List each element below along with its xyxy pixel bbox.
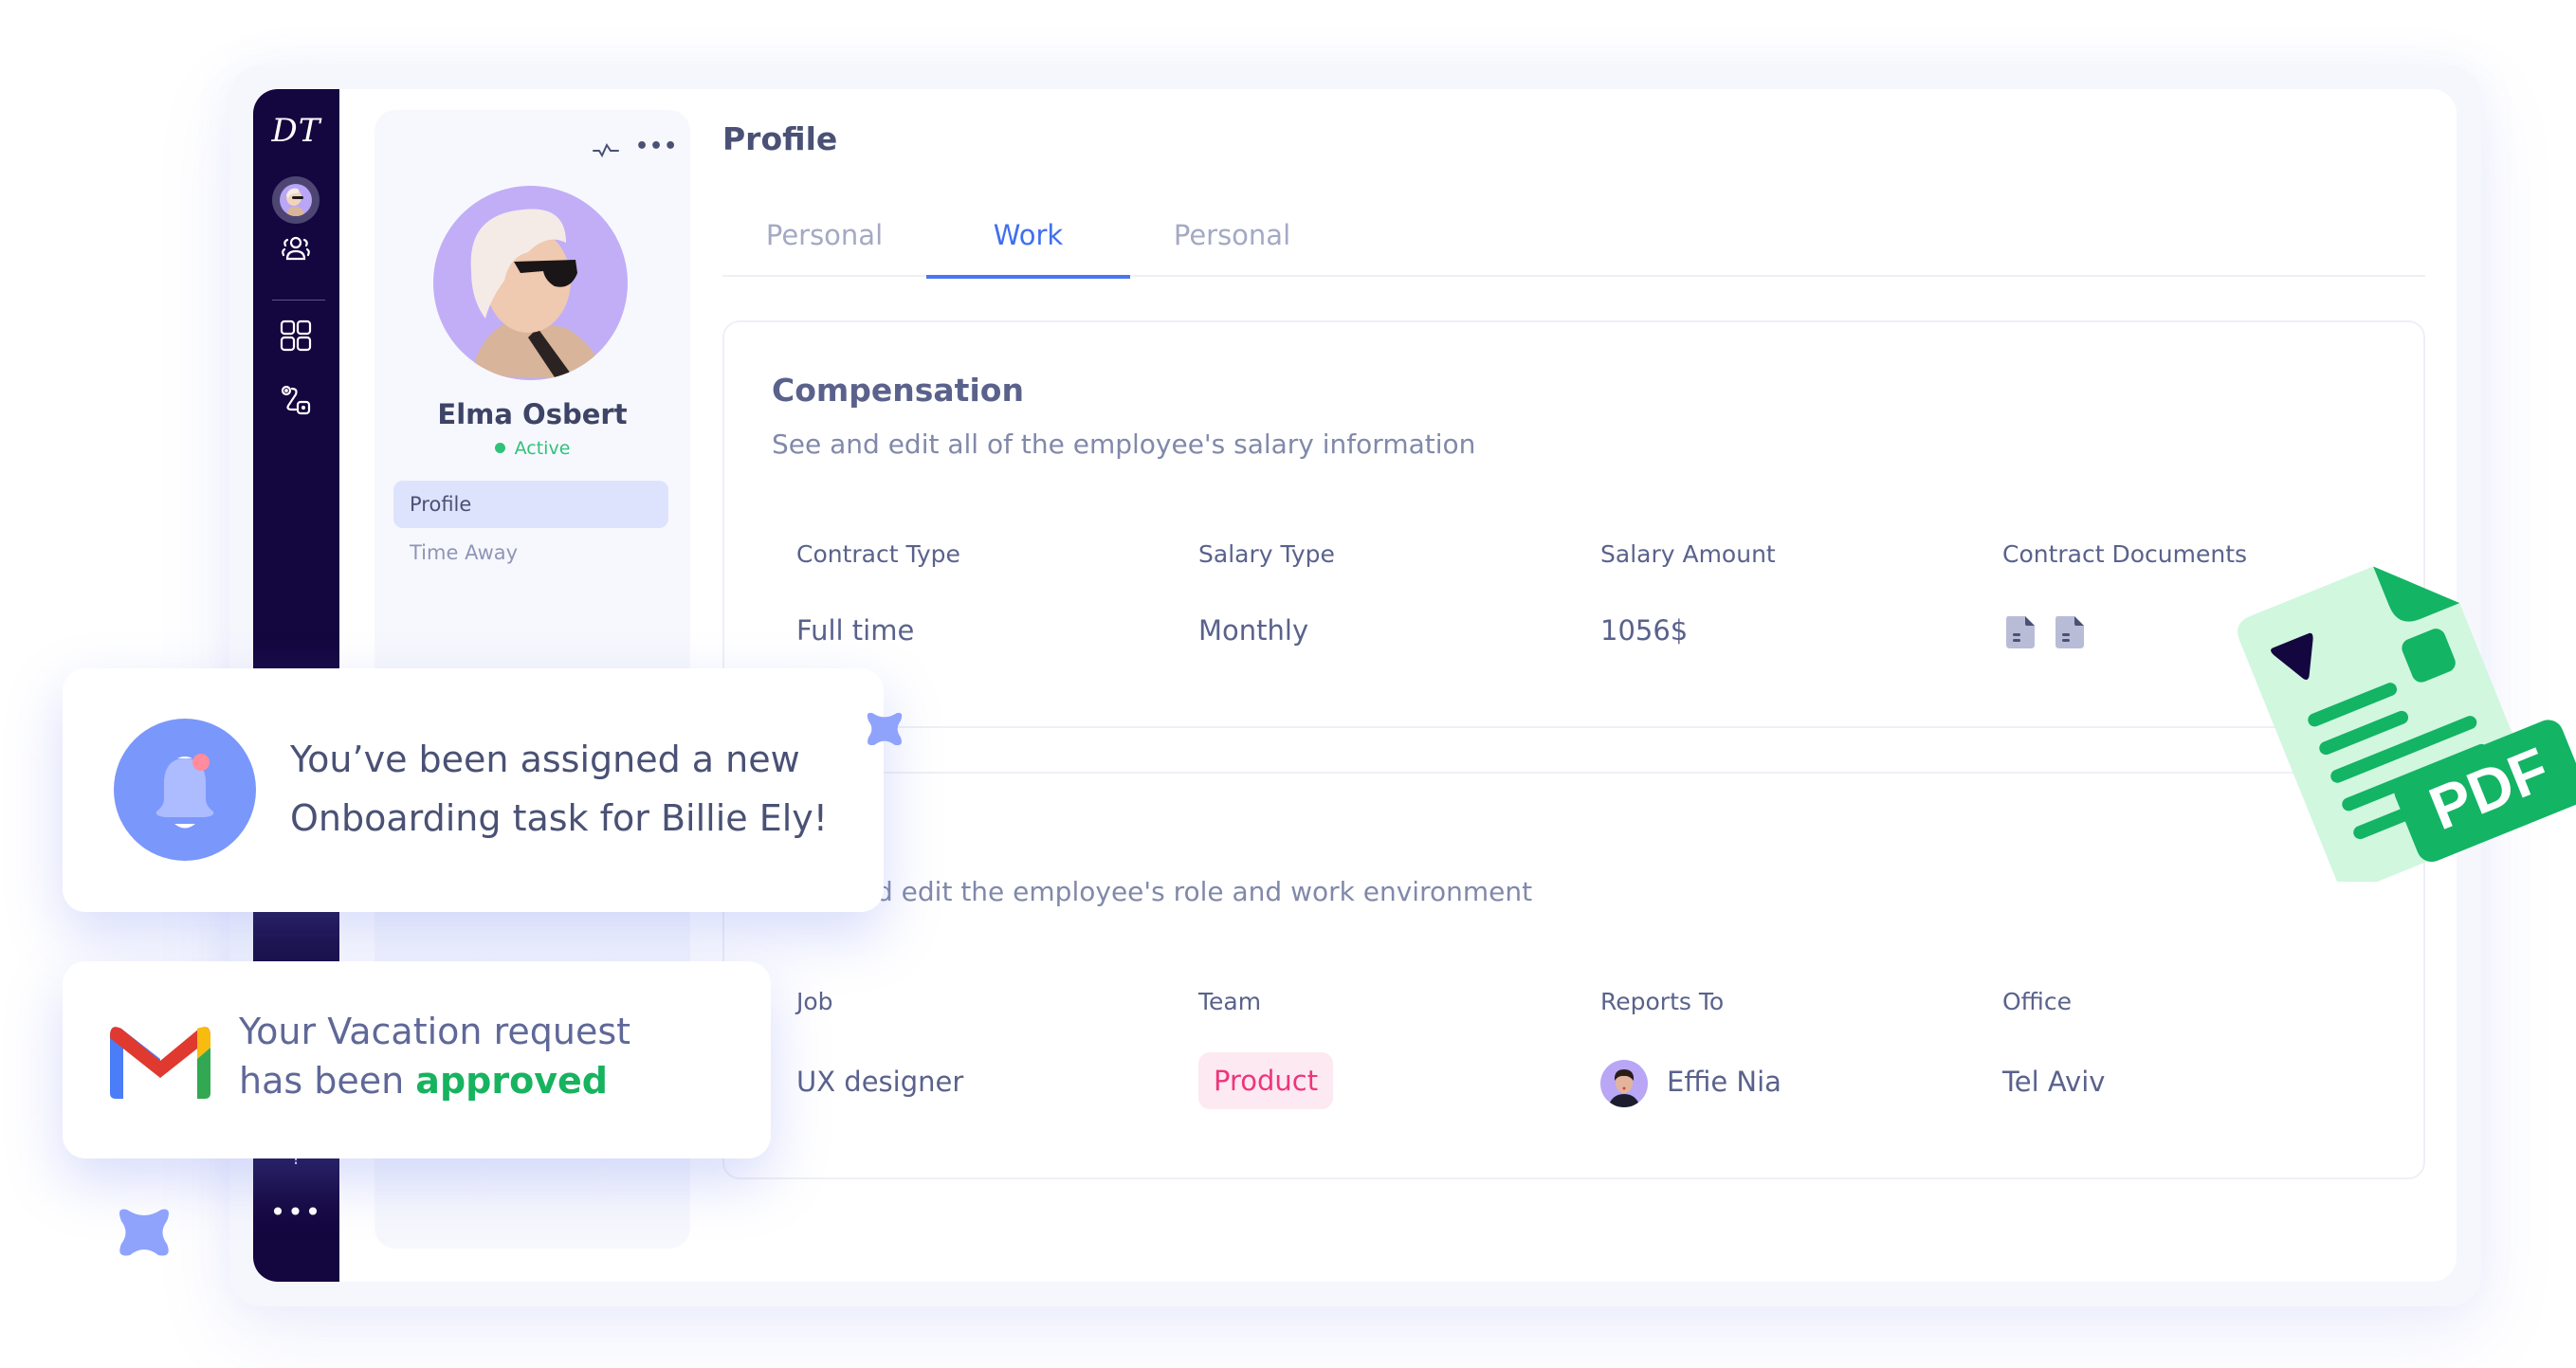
col-team: Team bbox=[1198, 988, 1262, 1015]
job-subtitle: d edit the employee's role and work envi… bbox=[876, 876, 1533, 907]
profile-more-button[interactable]: ••• bbox=[635, 135, 678, 158]
vacation-notification-prefix: has been bbox=[239, 1060, 416, 1102]
reports-to-avatar bbox=[1600, 1060, 1648, 1107]
compensation-title: Compensation bbox=[772, 372, 1024, 409]
activity-icon[interactable] bbox=[593, 142, 619, 157]
job-section: d edit the employee's role and work envi… bbox=[722, 772, 2425, 1179]
tab-bar: Personal Work Personal bbox=[722, 210, 2425, 279]
people-icon[interactable] bbox=[279, 231, 313, 265]
gmail-icon bbox=[110, 1027, 210, 1099]
pdf-file-illustration: PDF bbox=[2238, 566, 2576, 882]
status-label: Active bbox=[514, 438, 571, 459]
sparkle-icon bbox=[867, 712, 903, 746]
profile-nav-profile[interactable]: Profile bbox=[393, 481, 668, 528]
task-notification-line1: You’ve been assigned a new bbox=[290, 739, 800, 780]
col-salary-amount: Salary Amount bbox=[1600, 540, 1776, 568]
job-value: UX designer bbox=[796, 1066, 964, 1098]
vacation-notification[interactable]: Your Vacation request has been approved bbox=[63, 961, 771, 1158]
col-reports-to: Reports To bbox=[1600, 988, 1725, 1015]
task-notification[interactable]: You’ve been assigned a new Onboarding ta… bbox=[63, 668, 884, 912]
approved-highlight: approved bbox=[415, 1060, 608, 1102]
bell-icon-badge bbox=[114, 719, 256, 861]
sparkle-icon bbox=[119, 1209, 169, 1256]
contract-type-value: Full time bbox=[796, 614, 915, 647]
col-job: Job bbox=[796, 988, 833, 1015]
compensation-section: Compensation See and edit all of the emp… bbox=[722, 320, 2425, 728]
team-chip[interactable]: Product bbox=[1198, 1052, 1334, 1109]
apps-grid-icon[interactable] bbox=[279, 319, 313, 353]
col-salary-type: Salary Type bbox=[1198, 540, 1335, 568]
salary-type-value: Monthly bbox=[1198, 614, 1309, 647]
compensation-subtitle: See and edit all of the employee's salar… bbox=[772, 429, 1476, 460]
vacation-notification-line1: Your Vacation request bbox=[239, 1011, 631, 1052]
workflow-icon[interactable] bbox=[279, 383, 313, 417]
vacation-notification-text: Your Vacation request has been approved bbox=[239, 1007, 630, 1105]
profile-nav-time-away[interactable]: Time Away bbox=[393, 529, 668, 576]
bell-icon bbox=[155, 754, 214, 829]
document-icon[interactable] bbox=[2054, 614, 2086, 650]
page-title: Profile bbox=[722, 120, 838, 157]
more-icon[interactable]: ••• bbox=[253, 1199, 339, 1226]
salary-amount-value: 1056$ bbox=[1600, 614, 1689, 647]
status-dot bbox=[494, 443, 505, 453]
task-notification-line2: Onboarding task for Billie Ely! bbox=[290, 797, 829, 839]
vacation-notification-line2: has been approved bbox=[239, 1056, 630, 1105]
reports-to-value[interactable]: Effie Nia bbox=[1667, 1066, 1781, 1098]
app-logo[interactable]: DT bbox=[253, 112, 339, 150]
employee-name: Elma Osbert bbox=[437, 398, 628, 430]
document-icon[interactable] bbox=[2004, 614, 2037, 650]
col-office: Office bbox=[2002, 988, 2072, 1015]
col-contract-type: Contract Type bbox=[796, 540, 960, 568]
current-user-avatar[interactable] bbox=[272, 176, 320, 224]
tab-personal[interactable]: Personal bbox=[722, 210, 926, 277]
profile-photo bbox=[433, 186, 628, 380]
status-badge: Active bbox=[375, 438, 690, 459]
office-value: Tel Aviv bbox=[2002, 1066, 2106, 1098]
sidebar-divider bbox=[272, 300, 325, 301]
task-notification-text: You’ve been assigned a new Onboarding ta… bbox=[290, 730, 828, 848]
tab-work[interactable]: Work bbox=[926, 210, 1130, 279]
tab-personal-2[interactable]: Personal bbox=[1130, 210, 1334, 277]
